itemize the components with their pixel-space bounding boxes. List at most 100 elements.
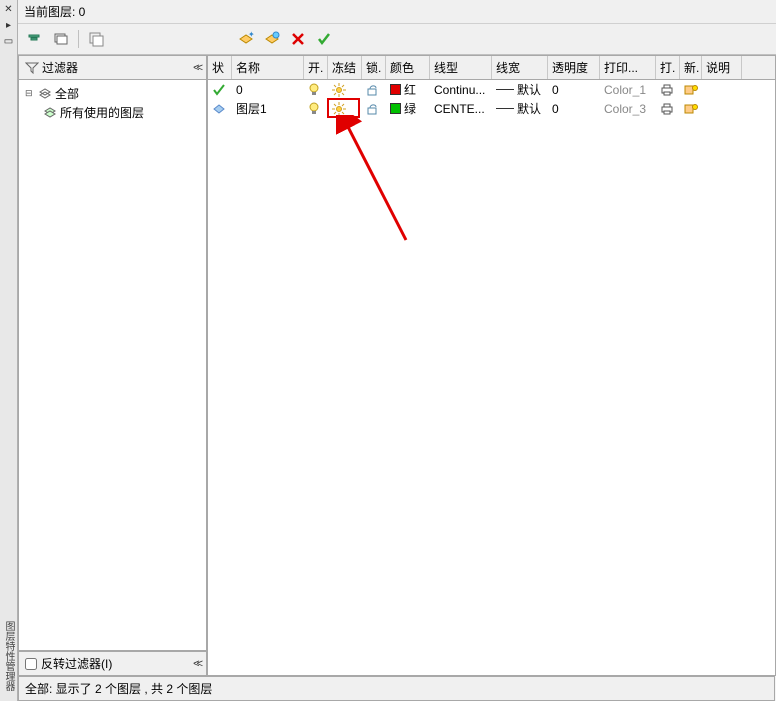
lock-cell[interactable] <box>362 102 386 116</box>
header-plotstyle[interactable]: 打印... <box>600 56 656 79</box>
transparency-cell[interactable]: 0 <box>548 102 600 116</box>
lineweight-sample <box>496 89 514 90</box>
layers-stack-icon <box>38 88 52 100</box>
on-cell[interactable] <box>304 102 328 116</box>
filter-header-label: 过滤器 <box>42 59 78 76</box>
header-linetype[interactable]: 线型 <box>430 56 492 79</box>
plotstyle-cell[interactable]: Color_1 <box>600 83 656 97</box>
tree-label-used: 所有使用的图层 <box>60 104 144 121</box>
color-cell[interactable]: 红 <box>386 81 430 98</box>
invert-filter-label: 反转过滤器(I) <box>41 655 112 672</box>
new-layer-vp-frozen-button[interactable] <box>261 28 283 50</box>
app-window: ✕ ▸ ▭ 图层特性管理器 当前图层: 0 ✦ <box>0 0 776 701</box>
main-panel: 当前图层: 0 ✦ <box>18 0 776 701</box>
set-current-button[interactable] <box>313 28 335 50</box>
header-name[interactable]: 名称 <box>232 56 304 79</box>
filter-icon <box>25 62 39 74</box>
menu-dock-icon[interactable]: ▭ <box>2 34 16 48</box>
new-vp-icon <box>684 84 698 96</box>
color-swatch-red <box>390 84 401 95</box>
new-layer-button[interactable]: ✦ <box>235 28 257 50</box>
plot-cell[interactable] <box>656 103 680 115</box>
status-cell[interactable] <box>208 103 232 115</box>
lock-cell[interactable] <box>362 83 386 97</box>
color-name: 绿 <box>404 100 416 117</box>
dock-title-vertical: 图层特性管理器 <box>1 621 16 701</box>
layers-used-icon <box>43 107 57 119</box>
freeze-cell[interactable] <box>328 83 362 97</box>
unlock-icon <box>366 102 378 116</box>
plotstyle-cell[interactable]: Color_3 <box>600 102 656 116</box>
layer-row[interactable]: 图层1 绿 CENT <box>208 99 775 118</box>
collapse-filter-icon[interactable]: << <box>193 62 200 74</box>
lineweight-cell[interactable]: 默认 <box>492 81 548 98</box>
linetype-cell[interactable]: Continu... <box>430 83 492 97</box>
status-cell[interactable] <box>208 83 232 97</box>
content-row: 过滤器 << ⊟ 全部 所有使用的图层 <box>18 55 776 676</box>
invert-filter-input[interactable] <box>25 658 37 670</box>
transparency-cell[interactable]: 0 <box>548 83 600 97</box>
header-lock[interactable]: 锁. <box>362 56 386 79</box>
close-dock-icon[interactable]: ✕ <box>2 2 16 16</box>
layer-grid-panel: 状 名称 开. 冻结 锁. 颜色 线型 线宽 透明度 打印... 打. 新. 说… <box>208 55 776 676</box>
grid-body[interactable]: 0 红 Contin <box>208 80 775 675</box>
expand-icon[interactable]: ⊟ <box>25 88 35 99</box>
lineweight-sample <box>496 108 514 109</box>
filter-panel: 过滤器 << ⊟ 全部 所有使用的图层 <box>18 55 208 676</box>
filter-tree[interactable]: ⊟ 全部 所有使用的图层 <box>18 80 207 651</box>
bulb-on-icon <box>308 102 320 116</box>
color-cell[interactable]: 绿 <box>386 100 430 117</box>
toolbar-separator <box>78 30 79 48</box>
name-cell[interactable]: 图层1 <box>232 100 304 117</box>
filter-panel-header: 过滤器 << <box>18 55 207 80</box>
collapse-footer-icon[interactable]: << <box>193 658 200 670</box>
header-status[interactable]: 状 <box>208 56 232 79</box>
tree-node-used[interactable]: 所有使用的图层 <box>23 103 202 122</box>
linetype-cell[interactable]: CENTE... <box>430 102 492 116</box>
header-plot[interactable]: 打. <box>656 56 680 79</box>
lineweight-text: 默认 <box>517 100 541 117</box>
new-property-filter-button[interactable] <box>24 28 46 50</box>
header-on[interactable]: 开. <box>304 56 328 79</box>
tree-label-all: 全部 <box>55 85 79 102</box>
new-vp-cell[interactable] <box>680 84 702 96</box>
unlock-icon <box>366 83 378 97</box>
freeze-cell[interactable] <box>328 102 362 116</box>
new-vp-cell[interactable] <box>680 103 702 115</box>
lineweight-text: 默认 <box>517 81 541 98</box>
left-dock-rail: ✕ ▸ ▭ 图层特性管理器 <box>0 0 18 701</box>
header-new[interactable]: 新. <box>680 56 702 79</box>
pin-dock-icon[interactable]: ▸ <box>2 18 16 32</box>
layer-states-button[interactable] <box>85 28 107 50</box>
tree-node-all[interactable]: ⊟ 全部 <box>23 84 202 103</box>
printer-icon <box>660 103 674 115</box>
sun-icon <box>332 102 346 116</box>
on-cell[interactable] <box>304 83 328 97</box>
current-layer-label: 当前图层: 0 <box>18 0 776 24</box>
header-color[interactable]: 颜色 <box>386 56 430 79</box>
color-name: 红 <box>404 81 416 98</box>
new-vp-icon <box>684 103 698 115</box>
invert-filter-checkbox[interactable]: 反转过滤器(I) <box>25 655 112 672</box>
bulb-on-icon <box>308 83 320 97</box>
new-group-filter-button[interactable] <box>50 28 72 50</box>
annotation-arrow <box>336 115 416 245</box>
layer-icon <box>212 103 226 115</box>
sun-icon <box>332 83 346 97</box>
lineweight-cell[interactable]: 默认 <box>492 100 548 117</box>
delete-layer-button[interactable] <box>287 28 309 50</box>
header-freeze[interactable]: 冻结 <box>328 56 362 79</box>
status-bar: 全部: 显示了 2 个图层 , 共 2 个图层 <box>18 676 775 701</box>
printer-icon <box>660 84 674 96</box>
header-transparency[interactable]: 透明度 <box>548 56 600 79</box>
svg-text:✦: ✦ <box>248 31 254 39</box>
name-cell[interactable]: 0 <box>232 83 304 97</box>
plot-cell[interactable] <box>656 84 680 96</box>
header-description[interactable]: 说明 <box>702 56 742 79</box>
toolbar: ✦ <box>18 24 776 55</box>
header-lineweight[interactable]: 线宽 <box>492 56 548 79</box>
filter-footer: 反转过滤器(I) << <box>18 651 207 676</box>
current-check-icon <box>212 83 226 97</box>
grid-header-row: 状 名称 开. 冻结 锁. 颜色 线型 线宽 透明度 打印... 打. 新. 说… <box>208 56 775 80</box>
layer-row[interactable]: 0 红 Contin <box>208 80 775 99</box>
